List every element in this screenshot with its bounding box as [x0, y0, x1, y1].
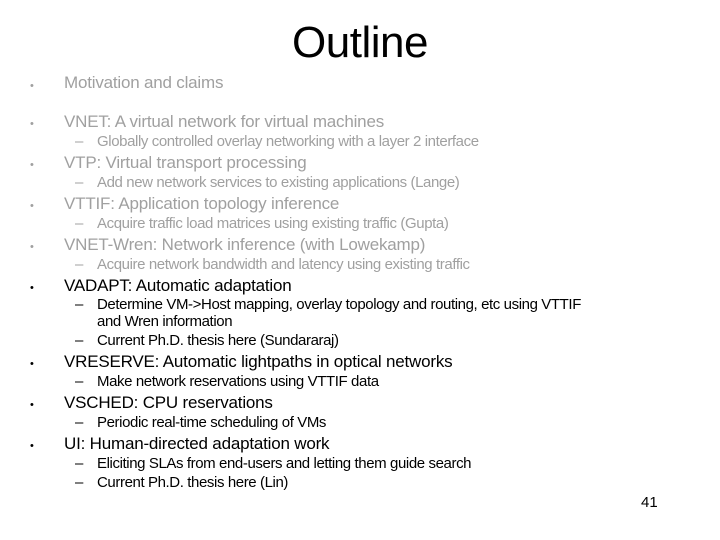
dash-icon: –	[75, 256, 84, 273]
outline-subitem: Make network reservations using VTTIF da…	[97, 373, 379, 390]
dash-icon: –	[75, 474, 84, 491]
outline-subitem: Current Ph.D. thesis here (Lin)	[97, 474, 289, 491]
bullet-icon: •	[30, 282, 34, 294]
dash-icon: –	[75, 296, 84, 313]
outline-subitem: Eliciting SLAs from end-users and lettin…	[97, 455, 472, 472]
outline-item-vnet: VNET: A virtual network for virtual mach…	[64, 112, 384, 131]
bullet-icon: •	[30, 440, 34, 452]
outline-item-motivation: Motivation and claims	[64, 73, 224, 92]
bullet-icon: •	[30, 80, 34, 92]
outline-subitem: Add new network services to existing app…	[97, 174, 460, 191]
dash-icon: –	[75, 133, 84, 150]
bullet-icon: •	[30, 399, 34, 411]
dash-icon: –	[75, 373, 84, 390]
bullet-icon: •	[30, 200, 34, 212]
bullet-icon: •	[30, 118, 34, 130]
outline-item-vttif: VTTIF: Application topology inference	[64, 194, 340, 213]
outline-item-vtp: VTP: Virtual transport processing	[64, 153, 307, 172]
outline-item-vreserve: VRESERVE: Automatic lightpaths in optica…	[64, 352, 453, 371]
outline-subitem: Globally controlled overlay networking w…	[97, 133, 479, 150]
outline-subitem: Acquire network bandwidth and latency us…	[97, 256, 470, 273]
outline-item-vsched: VSCHED: CPU reservations	[64, 393, 273, 412]
outline-subitem: Periodic real-time scheduling of VMs	[97, 414, 327, 431]
outline-subitem-continuation: and Wren information	[97, 313, 233, 330]
dash-icon: –	[75, 332, 84, 349]
dash-icon: –	[75, 174, 84, 191]
outline-subitem: Determine VM->Host mapping, overlay topo…	[97, 296, 581, 313]
outline-item-vnet-wren: VNET-Wren: Network inference (with Lowek…	[64, 235, 426, 254]
outline-subitem: Current Ph.D. thesis here (Sundararaj)	[97, 332, 339, 349]
outline-item-ui: UI: Human-directed adaptation work	[64, 434, 330, 453]
bullet-icon: •	[30, 159, 34, 171]
bullet-icon: •	[30, 358, 34, 370]
dash-icon: –	[75, 414, 84, 431]
dash-icon: –	[75, 215, 84, 232]
bullet-icon: •	[30, 241, 34, 253]
outline-item-vadapt: VADAPT: Automatic adaptation	[64, 276, 292, 295]
outline-subitem: Acquire traffic load matrices using exis…	[97, 215, 449, 232]
dash-icon: –	[75, 455, 84, 472]
page-number: 41	[641, 494, 658, 511]
slide-title: Outline	[292, 18, 428, 67]
